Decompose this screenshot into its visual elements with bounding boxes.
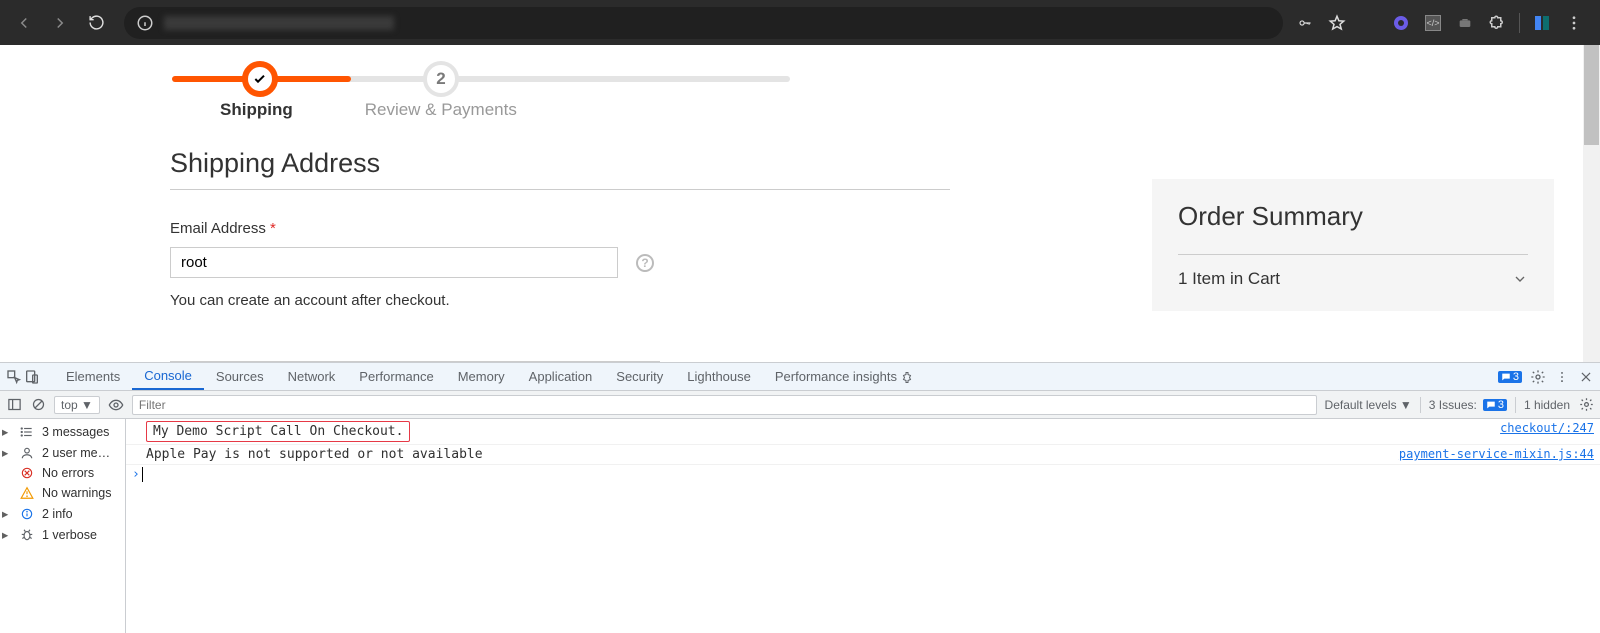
issues-label: 3 Issues: (1429, 398, 1477, 412)
section-title: Shipping Address (170, 148, 950, 190)
email-field[interactable] (170, 247, 618, 278)
devtools-panel: ElementsConsoleSourcesNetworkPerformance… (0, 362, 1600, 633)
console-settings-gear-icon[interactable] (1578, 397, 1594, 413)
devtools-tab-memory[interactable]: Memory (446, 363, 517, 390)
sidebar-row[interactable]: ▸2 user me… (0, 442, 125, 463)
console-line: My Demo Script Call On Checkout.checkout… (126, 419, 1600, 445)
key-icon[interactable] (1295, 13, 1315, 33)
divider (1519, 13, 1520, 33)
order-summary: Order Summary 1 Item in Cart (1152, 179, 1554, 311)
checkout-progress: 2 (170, 58, 1430, 98)
source-link[interactable]: payment-service-mixin.js:44 (1399, 447, 1594, 462)
devtools-tab-console[interactable]: Console (132, 363, 204, 390)
clear-console-icon[interactable] (30, 397, 46, 413)
cart-toggle[interactable]: 1 Item in Cart (1178, 254, 1528, 289)
sidebar-row[interactable]: ▸2 info (0, 503, 125, 524)
devtools-tab-elements[interactable]: Elements (54, 363, 132, 390)
console-sidebar: ▸3 messages▸2 user me…No errorsNo warnin… (0, 419, 126, 633)
devtools-tab-sources[interactable]: Sources (204, 363, 276, 390)
devtools-tab-application[interactable]: Application (517, 363, 605, 390)
info-icon (136, 14, 154, 32)
toolbar-icons: </> (1295, 13, 1592, 33)
extensions-puzzle-icon[interactable] (1487, 13, 1507, 33)
sidebar-row[interactable]: No errors (0, 463, 125, 483)
bookmark-star-icon[interactable] (1327, 13, 1347, 33)
url-text (164, 16, 394, 30)
hidden-count: 1 hidden (1524, 398, 1570, 412)
devtools-tab-network[interactable]: Network (276, 363, 348, 390)
forward-button[interactable] (44, 7, 76, 39)
browser-toolbar: </> (0, 0, 1600, 45)
chevron-down-icon (1512, 271, 1528, 287)
console-prompt[interactable]: › (126, 465, 1600, 484)
sidebar-row[interactable]: ▸1 verbose (0, 524, 125, 545)
live-expr-icon[interactable] (108, 397, 124, 413)
step2-label: Review & Payments (365, 100, 517, 120)
order-summary-title: Order Summary (1178, 201, 1528, 232)
extension-a-icon[interactable] (1391, 13, 1411, 33)
console-filter-input[interactable] (132, 395, 1317, 415)
issues-badge[interactable]: 3 (1483, 399, 1507, 411)
device-icon[interactable] (24, 369, 40, 385)
reload-button[interactable] (80, 7, 112, 39)
close-devtools-icon[interactable] (1578, 369, 1594, 385)
back-button[interactable] (8, 7, 40, 39)
scrollbar[interactable] (1583, 45, 1600, 362)
console-output[interactable]: My Demo Script Call On Checkout.checkout… (126, 419, 1600, 633)
step1-label: Shipping (220, 100, 293, 120)
sidebar-toggle-icon[interactable] (6, 397, 22, 413)
console-line: Apple Pay is not supported or not availa… (126, 445, 1600, 465)
levels-selector[interactable]: Default levels ▼ (1325, 398, 1412, 412)
devtools-tab-performance[interactable]: Performance (347, 363, 445, 390)
devtools-tab-lighthouse[interactable]: Lighthouse (675, 363, 763, 390)
settings-gear-icon[interactable] (1530, 369, 1546, 385)
more-dots-icon[interactable] (1554, 369, 1570, 385)
hairline (170, 361, 660, 362)
source-link[interactable]: checkout/:247 (1500, 421, 1594, 442)
sidebar-row[interactable]: ▸3 messages (0, 421, 125, 442)
context-selector[interactable]: top ▼ (54, 396, 100, 414)
extension-c-icon[interactable] (1455, 13, 1475, 33)
menu-dots-icon[interactable] (1564, 13, 1584, 33)
message-count-badge[interactable]: 3 (1498, 371, 1522, 383)
address-bar[interactable] (124, 7, 1283, 39)
page-viewport: 2 Shipping Review & Payments Shipping Ad… (0, 45, 1600, 362)
sidebar-row[interactable]: No warnings (0, 483, 125, 503)
inspect-icon[interactable] (6, 369, 22, 385)
extension-d-icon[interactable] (1532, 13, 1552, 33)
step1-node[interactable] (242, 61, 278, 97)
devtools-tab-performance-insights[interactable]: Performance insights (763, 363, 925, 390)
step2-node[interactable]: 2 (423, 61, 459, 97)
help-icon[interactable]: ? (636, 254, 654, 272)
devtools-tab-security[interactable]: Security (604, 363, 675, 390)
extension-b-icon[interactable]: </> (1423, 13, 1443, 33)
